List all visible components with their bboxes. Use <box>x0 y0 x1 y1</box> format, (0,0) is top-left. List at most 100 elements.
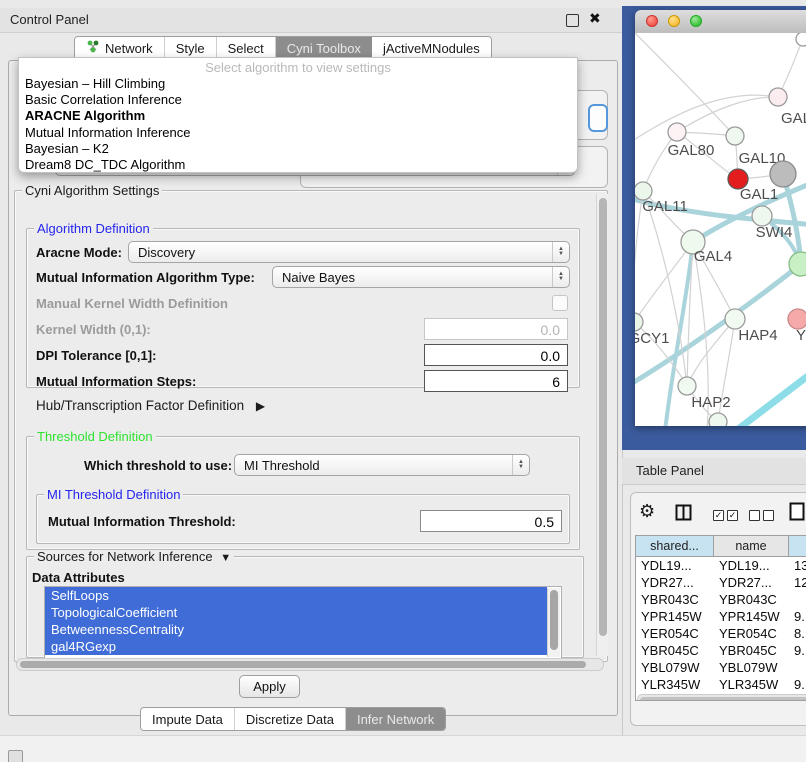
table-cell[interactable]: YPR145W <box>714 608 789 625</box>
table-cell[interactable]: 12 <box>789 574 806 591</box>
table-hscrollbar[interactable] <box>637 694 806 701</box>
table-row[interactable]: YBR045CYBR045C9. <box>636 642 806 659</box>
mi-threshold-field[interactable]: 0.5 <box>420 510 562 532</box>
network-node[interactable] <box>789 252 806 276</box>
algorithm-option[interactable]: Dream8 DC_TDC Algorithm <box>19 157 577 173</box>
table-cell[interactable]: YBR045C <box>636 642 714 659</box>
column-header-partial[interactable]: A <box>789 536 806 557</box>
apply-button[interactable]: Apply <box>239 675 300 698</box>
table-cell[interactable]: YER054C <box>636 625 714 642</box>
table-row[interactable]: YPR145WYPR145W9. <box>636 608 806 625</box>
column-header-name[interactable]: name <box>714 536 789 557</box>
settings-hscrollbar[interactable] <box>16 658 604 671</box>
mi-type-combo[interactable]: Naive Bayes ▲▼ <box>272 266 570 288</box>
mi-steps-field[interactable]: 6 <box>424 370 568 392</box>
tab-cyni-toolbox[interactable]: Cyni Toolbox <box>276 37 372 59</box>
network-node[interactable] <box>769 88 787 106</box>
table-cell[interactable]: YBL079W <box>714 659 789 676</box>
tab-discretize-data[interactable]: Discretize Data <box>235 708 346 730</box>
network-node[interactable] <box>668 123 686 141</box>
hub-definition-expander[interactable]: Hub/Transcription Factor Definition ▶ <box>36 398 265 413</box>
network-node[interactable] <box>725 309 745 329</box>
table-cell[interactable]: YER054C <box>714 625 789 642</box>
algorithm-option[interactable]: ARACNE Algorithm <box>19 108 577 124</box>
settings-hscrollbar-thumb[interactable] <box>20 661 586 668</box>
network-window-titlebar[interactable] <box>635 10 806 34</box>
settings-scrollbar[interactable] <box>596 194 608 656</box>
table-cell[interactable]: 8. <box>789 625 806 642</box>
table-cell[interactable]: YPR145W <box>636 608 714 625</box>
stepper-icon: ▲▼ <box>552 242 569 262</box>
table-cell[interactable] <box>789 659 806 676</box>
algorithm-option[interactable]: Basic Correlation Inference <box>19 92 577 108</box>
attributes-scrollbar-thumb[interactable] <box>550 590 558 650</box>
network-node[interactable] <box>796 33 806 46</box>
zoom-traffic-light-icon[interactable] <box>690 15 702 27</box>
table-cell[interactable]: YDL19... <box>714 557 789 574</box>
attribute-item[interactable]: gal4RGexp <box>45 638 547 655</box>
network-node[interactable] <box>788 309 806 329</box>
attribute-item[interactable]: SelfLoops <box>45 587 547 604</box>
columns-icon[interactable] <box>675 504 692 524</box>
table-cell[interactable]: 9. <box>789 608 806 625</box>
table-row[interactable]: YDR27...YDR27...12 <box>636 574 806 591</box>
table-hscrollbar-thumb[interactable] <box>640 697 806 702</box>
table-cell[interactable]: 13 <box>789 557 806 574</box>
tab-select[interactable]: Select <box>217 37 276 59</box>
attribute-item[interactable]: BetweennessCentrality <box>45 621 547 638</box>
table-row[interactable]: YER054CYER054C8. <box>636 625 806 642</box>
network-node[interactable] <box>709 413 727 426</box>
gear-icon[interactable]: ⚙ <box>639 501 655 522</box>
network-node[interactable] <box>678 377 696 395</box>
aracne-mode-combo[interactable]: Discovery ▲▼ <box>128 241 570 263</box>
algorithm-option[interactable]: Mutual Information Inference <box>19 125 577 141</box>
network-node[interactable] <box>726 127 744 145</box>
algorithm-option[interactable]: Bayesian – K2 <box>19 141 577 157</box>
close-icon[interactable]: ✖ <box>589 10 601 27</box>
column-header-shared-name[interactable]: shared... <box>636 536 714 557</box>
dpi-tolerance-field[interactable]: 0.0 <box>424 344 568 366</box>
close-traffic-light-icon[interactable] <box>646 15 658 27</box>
table-row[interactable]: YBL079WYBL079W <box>636 659 806 676</box>
table-row[interactable]: YLR345WYLR345W9. <box>636 676 806 692</box>
minimized-panel-icon[interactable] <box>8 750 23 762</box>
tab-label: Cyni Toolbox <box>287 41 361 56</box>
tab-style[interactable]: Style <box>165 37 217 59</box>
network-canvas[interactable]: GALGAL80GAL10GAL1GAL11SWI4GAL4GCY1HAP4YH… <box>635 33 806 426</box>
which-threshold-combo[interactable]: MI Threshold ▲▼ <box>234 454 530 476</box>
manual-kernel-checkbox[interactable] <box>552 295 568 311</box>
select-all-icon[interactable]: ✓✓ <box>713 507 738 522</box>
table-rows[interactable]: YDL19...YDL19...13YDR27...YDR27...12YBR0… <box>636 557 806 692</box>
table-cell[interactable]: YBR045C <box>714 642 789 659</box>
table-cell[interactable]: 9. <box>789 642 806 659</box>
table-cell[interactable]: 9. <box>789 676 806 692</box>
settings-scrollbar-thumb[interactable] <box>599 198 607 636</box>
table-cell[interactable]: YLR345W <box>636 676 714 692</box>
sources-expander[interactable]: Sources for Network Inference ▼ <box>34 550 234 565</box>
table-cell[interactable]: YBR043C <box>714 591 789 608</box>
table-cell[interactable]: YDR27... <box>636 574 714 591</box>
table-cell[interactable]: YDL19... <box>636 557 714 574</box>
table-cell[interactable]: YLR345W <box>714 676 789 692</box>
attribute-item[interactable]: TopologicalCoefficient <box>45 604 547 621</box>
table-cell[interactable]: YDR27... <box>714 574 789 591</box>
minimize-traffic-light-icon[interactable] <box>668 15 680 27</box>
attributes-scrollbar[interactable] <box>547 588 560 657</box>
tab-impute-data[interactable]: Impute Data <box>141 708 235 730</box>
table-cell[interactable]: YBL079W <box>636 659 714 676</box>
network-node[interactable] <box>752 206 772 226</box>
table-row[interactable]: YDL19...YDL19...13 <box>636 557 806 574</box>
table-cell[interactable] <box>789 591 806 608</box>
network-node[interactable] <box>770 161 796 187</box>
data-attributes-list[interactable]: SelfLoopsTopologicalCoefficientBetweenne… <box>44 586 562 659</box>
algorithm-option[interactable]: Bayesian – Hill Climbing <box>19 76 577 92</box>
tab-jactivemnodules[interactable]: jActiveMNodules <box>372 37 491 59</box>
deselect-all-icon[interactable] <box>749 507 774 522</box>
tab-infer-network[interactable]: Infer Network <box>346 708 445 730</box>
float-window-icon[interactable] <box>566 14 579 27</box>
algorithm-dropdown[interactable]: Select algorithm to view settings Bayesi… <box>18 57 578 173</box>
function-icon[interactable] <box>789 502 806 524</box>
table-cell[interactable]: YBR043C <box>636 591 714 608</box>
tab-network[interactable]: Network <box>75 37 165 59</box>
table-row[interactable]: YBR043CYBR043C <box>636 591 806 608</box>
